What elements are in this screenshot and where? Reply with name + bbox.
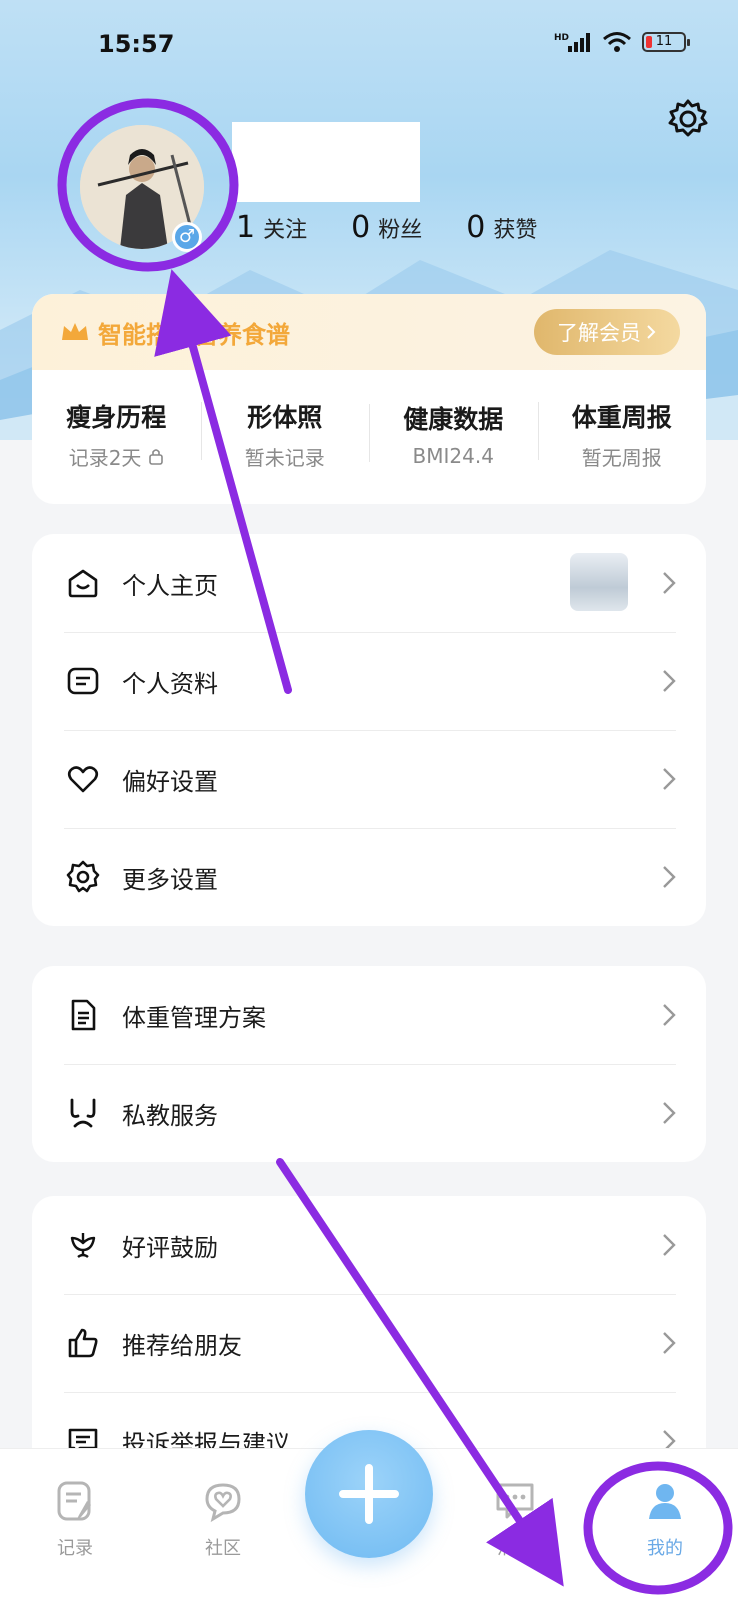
menu-label: 体重管理方案 [122,1003,266,1032]
menu-item-recommend[interactable]: 推荐给朋友 [32,1294,706,1392]
document-icon [67,667,99,695]
status-time: 15:57 [98,30,175,58]
battery-level: 11 [655,34,673,49]
tab-mine[interactable]: 我的 [610,1479,720,1560]
user-icon [649,1484,681,1519]
stat-label: 获赞 [493,218,538,243]
menu-item-homepage[interactable]: 个人主页 [32,534,706,632]
membership-card: 智能搭配营养食谱 了解会员 瘦身历程 记录2天 形体照 暂未记录 健康数据 BM… [32,294,706,504]
stat-label: 关注 [263,218,308,243]
metric-sub: BMI24.4 [412,444,494,468]
metric-sub: 暂未记录 [244,445,325,470]
settings-gear-icon[interactable] [666,97,710,141]
menu-label: 更多设置 [122,865,218,894]
menu-label: 个人主页 [122,571,218,600]
metrics-row: 瘦身历程 记录2天 形体照 暂未记录 健康数据 BMI24.4 体重周报 暂无周… [32,370,706,498]
tab-messages[interactable]: 消息 [460,1479,570,1560]
thumbs-up-icon [68,1328,98,1358]
heart-icon [67,766,99,793]
menu-label: 偏好设置 [122,767,218,796]
chevron-right-icon [663,768,676,790]
menu-label: 私教服务 [122,1101,218,1130]
chevron-right-icon [663,866,676,888]
learn-membership-button[interactable]: 了解会员 [534,309,680,355]
menu-item-profile-info[interactable]: 个人资料 [32,632,706,730]
add-record-button[interactable] [305,1430,433,1558]
tab-label: 消息 [497,1538,533,1559]
tab-label: 记录 [57,1538,93,1559]
wifi-icon [603,32,631,52]
chevron-right-icon [663,572,676,594]
metric-slim-history[interactable]: 瘦身历程 记录2天 [32,398,201,471]
svg-text:HD: HD [554,33,569,43]
menu-item-coach-service[interactable]: 私教服务 [32,1064,706,1162]
tab-label: 社区 [205,1538,241,1559]
menu-item-weight-plan[interactable]: 体重管理方案 [32,966,706,1064]
metric-weight-report[interactable]: 体重周报 暂无周报 [537,398,707,471]
status-bar: 15:57 HD 11 [0,0,738,90]
menu-label: 好评鼓励 [122,1233,218,1262]
tab-label: 我的 [647,1538,683,1559]
metric-sub: 暂无周报 [581,445,662,470]
menu-item-preferences[interactable]: 偏好设置 [32,730,706,828]
stat-likes[interactable]: 0 获赞 [466,210,537,245]
metric-title: 体重周报 [571,402,672,432]
trainer-icon [70,1098,96,1128]
stat-label: 粉丝 [378,218,423,243]
community-icon [205,1483,241,1523]
vip-text: 智能搭配营养食谱 [98,320,290,349]
signal-icon: HD [554,33,590,52]
metric-health-data[interactable]: 健康数据 BMI24.4 [369,400,538,468]
lock-icon [148,448,163,465]
chevron-right-icon [663,670,676,692]
flower-icon [70,1233,96,1258]
metric-body-photo[interactable]: 形体照 暂未记录 [200,398,370,471]
homepage-thumbnail [570,553,628,611]
menu-item-more-settings[interactable]: 更多设置 [32,828,706,926]
stat-following[interactable]: 1 关注 [236,210,307,245]
file-icon [71,999,96,1031]
stat-number: 0 [351,210,371,245]
stat-number: 1 [236,210,256,245]
record-icon [57,1481,91,1521]
stat-number: 0 [466,210,486,245]
chevron-right-icon [663,1332,676,1354]
settings-icon [66,860,100,893]
menu-card-profile: 个人主页 个人资料 偏好设置 更多设置 [32,534,706,926]
home-icon [68,569,98,598]
menu-label: 个人资料 [122,669,218,698]
tab-record[interactable]: 记录 [20,1479,130,1560]
menu-card-services: 体重管理方案 私教服务 [32,966,706,1162]
status-icons: HD 11 [554,30,690,54]
chevron-right-icon [663,1004,676,1026]
metric-sub-text: 记录2天 [68,445,142,470]
metric-title: 健康数据 [403,405,504,434]
chevron-right-icon [647,325,656,339]
metric-title: 瘦身历程 [66,402,167,432]
metric-title: 形体照 [247,402,323,432]
menu-label: 推荐给朋友 [122,1331,242,1360]
battery-icon: 11 [642,32,690,52]
chevron-right-icon [663,1102,676,1124]
menu-item-rate-app[interactable]: 好评鼓励 [32,1196,706,1294]
chevron-right-icon [663,1234,676,1256]
metric-sub: 记录2天 [32,442,201,471]
profile-stats: 1 关注 0 粉丝 0 获赞 [236,210,537,245]
vip-banner[interactable]: 智能搭配营养食谱 了解会员 [32,294,706,370]
messages-icon [496,1483,534,1519]
tab-community[interactable]: 社区 [168,1479,278,1560]
plus-icon [339,1464,399,1524]
stat-fans[interactable]: 0 粉丝 [351,210,422,245]
learn-membership-label: 了解会员 [557,321,641,345]
username-placeholder[interactable] [232,122,420,202]
crown-icon [62,323,88,340]
gender-badge: ♂ [172,222,202,252]
